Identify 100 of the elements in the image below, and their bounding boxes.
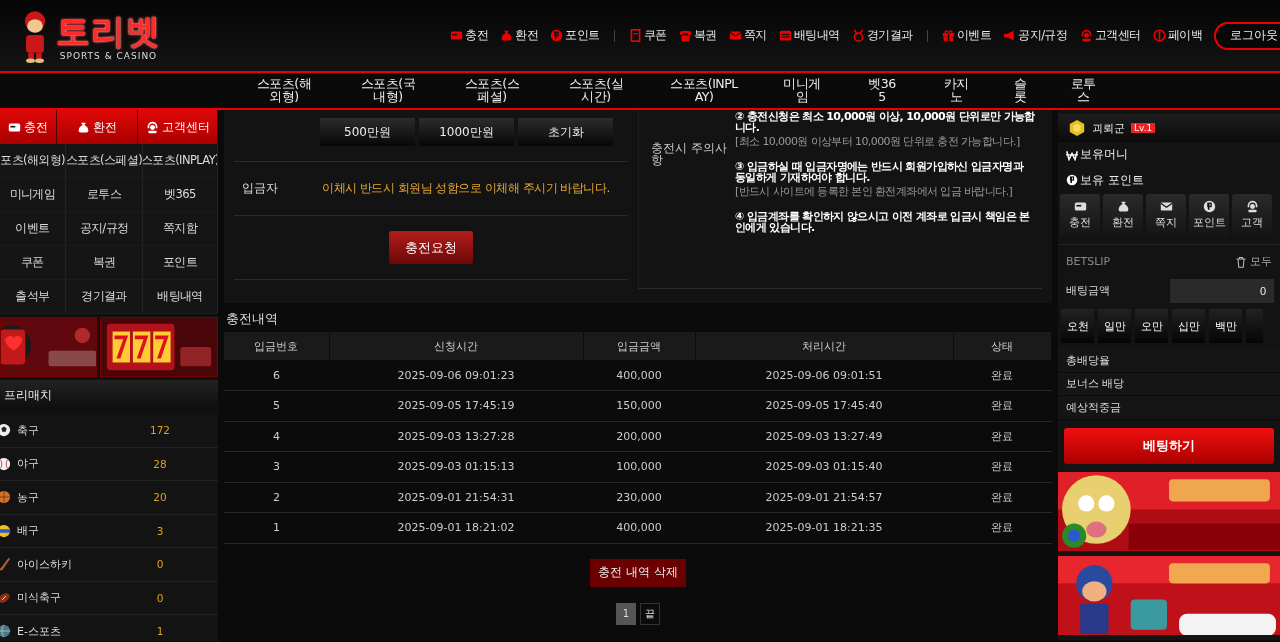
- header-link[interactable]: 배팅내역: [778, 28, 840, 43]
- quick-action-button[interactable]: 쪽지: [1146, 194, 1186, 236]
- quick-menu-button[interactable]: 충전: [0, 110, 57, 144]
- nav-tab[interactable]: 로투스: [1069, 77, 1097, 107]
- menu-link[interactable]: 포인트: [143, 246, 218, 280]
- nav-tab[interactable]: 스포츠(해외형): [253, 77, 315, 107]
- sport-name: 아이스하키: [17, 556, 73, 572]
- quick-menu-button[interactable]: 환전: [57, 110, 138, 144]
- match-count: 20: [152, 491, 168, 504]
- table-cell: 2025-09-05 17:45:40: [695, 390, 953, 421]
- table-cell: 2025-09-01 21:54:31: [329, 482, 583, 513]
- summary-label: 총배당율: [1066, 353, 1110, 368]
- menu-link[interactable]: 벳365: [143, 178, 218, 212]
- header-link[interactable]: 쿠폰: [628, 28, 667, 43]
- section-title: 충전내역: [225, 310, 279, 328]
- balance-label: 보유머니: [1080, 146, 1128, 164]
- place-bet-button[interactable]: 베팅하기: [1064, 428, 1274, 464]
- table-cell: 완료: [953, 512, 1052, 543]
- menu-link[interactable]: 포츠(해외형): [0, 144, 66, 178]
- nav-tab[interactable]: 스포츠(INPLAY): [669, 77, 739, 107]
- amount-button[interactable]: 1000만원: [419, 118, 514, 146]
- match-count: 3: [155, 524, 165, 537]
- table-cell: 2025-09-05 17:45:19: [329, 390, 583, 421]
- nav-tab[interactable]: 슬롯: [1013, 77, 1027, 107]
- card-icon: [1073, 200, 1087, 213]
- header-link[interactable]: 쪽지: [728, 28, 767, 43]
- charge-request-button[interactable]: 충전요청: [389, 231, 473, 264]
- page-button[interactable]: 끝: [640, 602, 660, 625]
- amount-button[interactable]: 500만원: [320, 118, 415, 146]
- logout-button[interactable]: 로그아웃: [1214, 21, 1280, 50]
- table-cell: 2025-09-06 09:01:51: [695, 360, 953, 391]
- bet-amount-field[interactable]: 0: [1170, 279, 1274, 304]
- table-cell: 5: [224, 390, 329, 421]
- header-link[interactable]: 충전: [450, 28, 489, 43]
- logo-wordmark[interactable]: 토리벳: [56, 10, 161, 51]
- amount-button[interactable]: 오천: [1061, 309, 1094, 344]
- quick-action-button[interactable]: 고객: [1232, 194, 1272, 236]
- table-cell: 1: [224, 512, 329, 543]
- menu-link[interactable]: 경기결과: [66, 280, 143, 314]
- menu-link[interactable]: 공지/규정: [66, 212, 143, 246]
- menu-link[interactable]: 쪽지함: [143, 212, 218, 246]
- column-header: 처리시간: [695, 332, 953, 360]
- header-link[interactable]: 경기결과: [851, 28, 913, 43]
- delete-history-button[interactable]: 충전 내역 삭제: [590, 558, 686, 587]
- header-link[interactable]: 공지/규정: [1003, 28, 1068, 43]
- user-name: 괴뢰군: [1092, 120, 1125, 136]
- menu-link[interactable]: 쿠폰: [0, 246, 66, 280]
- quick-action-button[interactable]: 환전: [1103, 194, 1143, 236]
- money-bag-icon: [77, 120, 90, 134]
- nav-tab[interactable]: 스포츠(국내형): [357, 77, 419, 107]
- menu-link[interactable]: 로투스: [66, 178, 143, 212]
- table-cell: 150,000: [583, 390, 695, 421]
- column-header: 신청시간: [329, 332, 583, 360]
- header-link[interactable]: 고객센터: [1079, 28, 1141, 43]
- nav-tab[interactable]: 카지노: [941, 77, 971, 107]
- header-link[interactable]: 포인트: [550, 28, 600, 43]
- column-header: 상태: [953, 332, 1052, 360]
- menu-link[interactable]: 복권: [66, 246, 143, 280]
- table-cell: 2025-09-03 13:27:49: [695, 421, 953, 452]
- coin-icon: [1202, 200, 1216, 213]
- match-count: 28: [152, 457, 168, 470]
- amount-button[interactable]: 오만: [1135, 309, 1168, 344]
- coin-icon: [1066, 174, 1078, 187]
- amount-button[interactable]: 초기화: [518, 118, 613, 146]
- notice-paragraph: ④ 입금계좌를 확인하지 않으시고 이전 계좌로 입금시 책임은 본인에게 있습니다.: [735, 211, 1031, 233]
- money-bag-icon: [500, 29, 514, 42]
- quick-menu-button[interactable]: 고객센터: [138, 110, 218, 144]
- field-label: 배팅금액: [1066, 284, 1110, 299]
- page-button[interactable]: 1: [616, 602, 636, 625]
- clear-all-link[interactable]: 모두: [1235, 254, 1272, 270]
- table-cell: 완료: [953, 360, 1052, 391]
- header-link[interactable]: 페이백: [1152, 28, 1202, 43]
- nav-tab[interactable]: 스포츠(실시간): [565, 77, 627, 107]
- amount-button[interactable]: 십만: [1172, 309, 1205, 344]
- amount-button[interactable]: 백만: [1209, 309, 1242, 344]
- table-cell: 4: [224, 421, 329, 452]
- menu-link[interactable]: 배팅내역: [143, 280, 218, 314]
- menu-link[interactable]: 이벤트: [0, 212, 66, 246]
- menu-link[interactable]: 미니게임: [0, 178, 66, 212]
- table-cell: 2025-09-01 18:21:02: [329, 512, 583, 543]
- menu-link[interactable]: 출석부: [0, 280, 66, 314]
- gift-icon: [941, 29, 955, 42]
- table-cell: 완료: [953, 451, 1052, 482]
- megaphone-icon: [1003, 29, 1017, 42]
- amount-button[interactable]: 일만: [1098, 309, 1131, 344]
- menu-link[interactable]: 스포츠(스페셜): [66, 144, 143, 178]
- headset-icon: [1079, 29, 1093, 42]
- summary-label: 보너스 배당: [1066, 377, 1125, 392]
- sport-name: E-스포츠: [17, 623, 62, 639]
- header-link[interactable]: 이벤트: [941, 28, 992, 43]
- quick-action-button[interactable]: 충전: [1060, 194, 1100, 236]
- nav-tab[interactable]: 미니게임: [781, 77, 823, 107]
- nav-tab[interactable]: 스포츠(스페셜): [461, 77, 523, 107]
- quick-action-button[interactable]: 포인트: [1189, 194, 1229, 236]
- nav-tab[interactable]: 벳365: [865, 77, 899, 107]
- header-link[interactable]: 환전: [500, 28, 539, 43]
- headset-icon: [145, 120, 159, 134]
- hockey-stick-icon: [0, 557, 11, 572]
- header-link[interactable]: 복권: [678, 28, 717, 43]
- points-label: 보유 포인트: [1080, 171, 1144, 189]
